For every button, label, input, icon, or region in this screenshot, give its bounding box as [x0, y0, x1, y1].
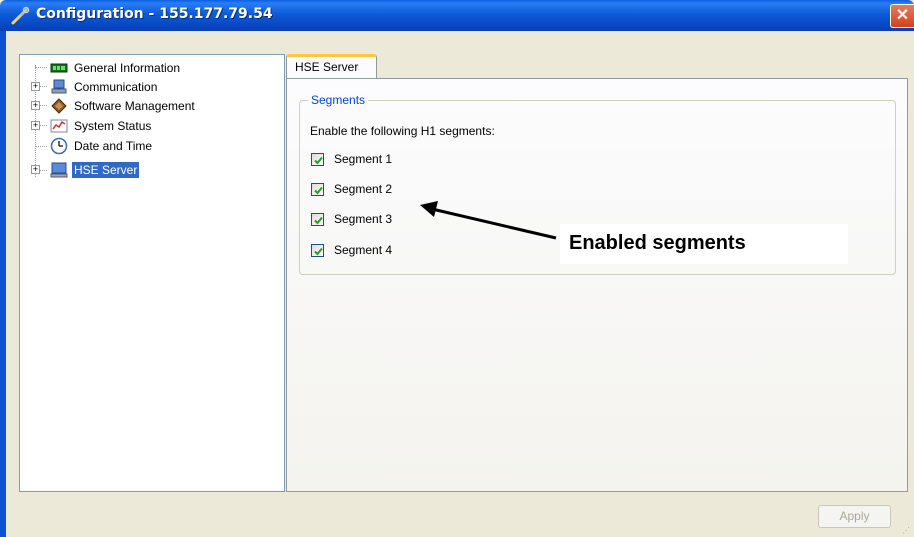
segment-1-checkbox[interactable]	[311, 153, 324, 166]
checkmark-icon	[314, 247, 323, 256]
expand-icon[interactable]: +	[31, 165, 40, 174]
window-frame	[0, 31, 6, 537]
segment-3-label[interactable]: Segment 3	[334, 212, 392, 226]
tree-item-date-and-time[interactable]: Date and Time	[30, 137, 270, 155]
expand-icon[interactable]: +	[31, 82, 40, 91]
expand-icon[interactable]: +	[31, 121, 40, 130]
segment-4-checkbox[interactable]	[311, 244, 324, 257]
annotation-text: Enabled segments	[569, 232, 746, 254]
segment-2-label[interactable]: Segment 2	[334, 182, 392, 196]
segment-1-label[interactable]: Segment 1	[334, 152, 392, 166]
network-icon	[51, 79, 67, 94]
chart-icon	[50, 119, 68, 133]
close-icon: ✕	[895, 7, 910, 24]
computer-icon	[50, 162, 68, 178]
tree-item-system-status[interactable]: + System Status	[30, 117, 270, 135]
window-title: Configuration - 155.177.79.54	[36, 6, 273, 22]
tree-item-label: Software Management	[74, 99, 195, 113]
checkmark-icon	[314, 186, 323, 195]
checkmark-icon	[314, 216, 323, 225]
checkmark-icon	[314, 156, 323, 165]
configuration-window: Configuration - 155.177.79.54 ✕ General …	[0, 0, 914, 537]
tree-item-general-information[interactable]: General Information	[30, 59, 270, 77]
navigation-tree[interactable]: General Information + Communication + So…	[19, 54, 285, 492]
tree-item-label: Communication	[74, 80, 158, 94]
tree-item-hse-server[interactable]: + HSE Server	[30, 161, 270, 179]
segment-4-label[interactable]: Segment 4	[334, 243, 392, 257]
general-info-icon	[50, 63, 68, 73]
segments-description: Enable the following H1 segments:	[310, 124, 495, 138]
tree-item-label: Date and Time	[74, 139, 153, 153]
tree-item-label: General Information	[74, 61, 181, 75]
close-button[interactable]: ✕	[890, 4, 914, 28]
clock-icon	[50, 137, 68, 155]
annotation-arrow-icon	[420, 201, 557, 240]
expand-icon[interactable]: +	[31, 101, 40, 110]
tree-item-software-management[interactable]: + Software Management	[30, 97, 270, 115]
resize-grip-icon[interactable]: ⋰	[902, 526, 910, 535]
segment-3-checkbox[interactable]	[311, 213, 324, 226]
segments-group-label: Segments	[308, 93, 369, 107]
software-icon	[51, 98, 67, 114]
segment-2-checkbox[interactable]	[311, 183, 324, 196]
title-bar[interactable]: Configuration - 155.177.79.54 ✕	[0, 0, 914, 31]
apply-button[interactable]: Apply	[818, 505, 891, 528]
tree-item-label: HSE Server	[72, 162, 140, 178]
tab-hse-server[interactable]: HSE Server	[286, 54, 377, 79]
tree-item-communication[interactable]: + Communication	[30, 78, 270, 96]
wrench-icon	[11, 6, 30, 25]
tree-item-label: System Status	[74, 119, 152, 133]
